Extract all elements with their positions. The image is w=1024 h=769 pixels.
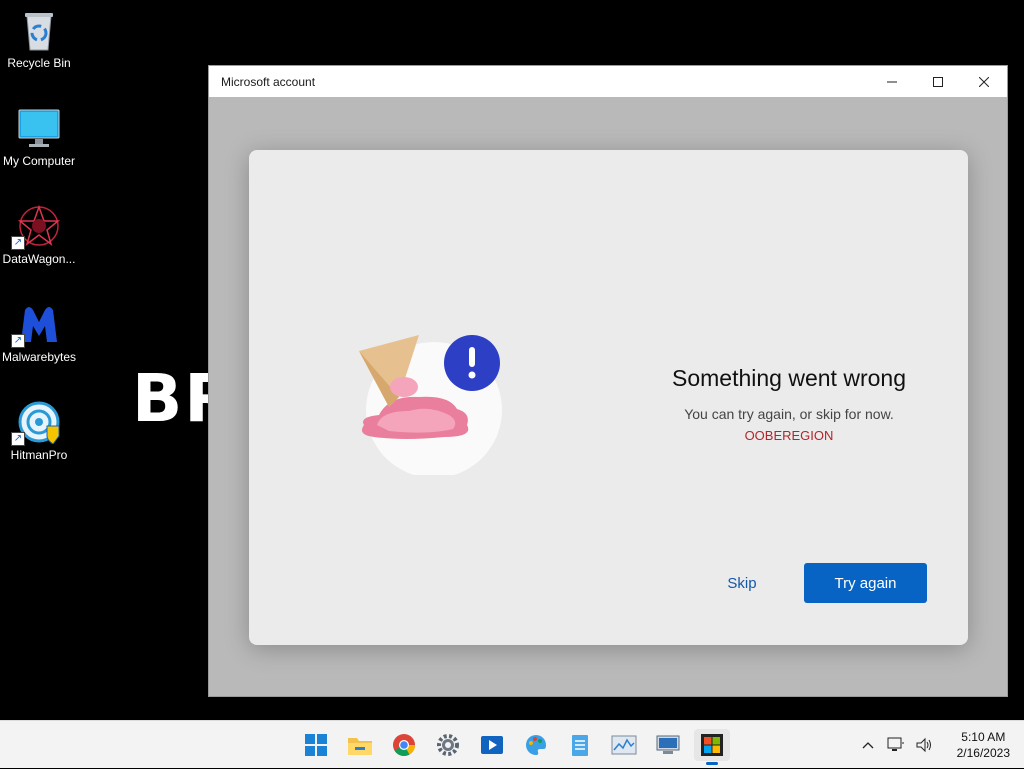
desktop-icon-my-computer[interactable]: My Computer [0, 106, 79, 168]
desktop-icon-recycle-bin[interactable]: Recycle Bin [0, 8, 79, 70]
window-titlebar[interactable]: Microsoft account [209, 66, 1007, 97]
datawagon-icon: ↗ [11, 204, 61, 250]
window-client-area: Something went wrong You can try again, … [209, 97, 1007, 696]
speaker-icon [916, 737, 931, 753]
clock-time: 5:10 AM [961, 730, 1006, 744]
folder-icon [348, 738, 372, 755]
show-hidden-icons-button[interactable] [859, 736, 877, 754]
shortcut-arrow-icon: ↗ [11, 432, 25, 446]
error-dialog: Something went wrong You can try again, … [249, 150, 968, 645]
desktop-icon-malwarebytes[interactable]: ↗ Malwarebytes [0, 302, 79, 364]
melted-ice-cream-illustration [349, 325, 509, 478]
maximize-button[interactable] [915, 66, 961, 97]
desktop-icon-label: DataWagon... [2, 252, 76, 266]
taskbar-file-explorer[interactable] [342, 729, 378, 761]
desktop-icon-label: HitmanPro [10, 448, 68, 462]
desktop-icon-datawagon[interactable]: ↗ DataWagon... [0, 204, 79, 266]
close-icon [979, 76, 989, 87]
skip-button[interactable]: Skip [704, 563, 780, 603]
resource-monitor-icon [611, 735, 637, 755]
taskbar: 5:10 AM 2/16/2023 [0, 720, 1024, 768]
hitmanpro-icon: ↗ [11, 400, 61, 446]
network-button[interactable] [887, 736, 905, 754]
clock[interactable]: 5:10 AM 2/16/2023 [957, 729, 1010, 761]
monitor-icon [17, 106, 61, 150]
desktop-icon-hitmanpro[interactable]: ↗ HitmanPro [0, 400, 79, 462]
taskbar-remote-desktop[interactable] [650, 729, 686, 761]
volume-button[interactable] [915, 736, 933, 754]
gear-icon [437, 734, 459, 756]
taskbar-notepad[interactable] [562, 729, 598, 761]
chrome-icon [393, 734, 415, 756]
taskbar-paint[interactable] [518, 729, 554, 761]
clock-date: 2/16/2023 [956, 746, 1010, 760]
chevron-up-icon [862, 742, 874, 749]
desktop-icon-label: Malwarebytes [1, 350, 77, 364]
taskbar-chrome[interactable] [386, 729, 422, 761]
paint-palette-icon [526, 735, 546, 755]
notepad-icon [572, 735, 588, 756]
malwarebytes-icon: ↗ [11, 302, 61, 348]
error-heading: Something went wrong [672, 365, 906, 391]
network-icon [887, 737, 904, 751]
desktop-icon-label: My Computer [2, 154, 76, 168]
error-subtext: You can try again, or skip for now. [684, 406, 894, 422]
window-title: Microsoft account [221, 74, 316, 89]
maximize-icon [933, 76, 943, 87]
desktop-icon-label: Recycle Bin [7, 56, 71, 70]
shortcut-arrow-icon: ↗ [11, 236, 25, 250]
try-again-button[interactable]: Try again [804, 563, 927, 603]
start-button[interactable] [298, 729, 334, 761]
remote-desktop-icon [656, 735, 680, 754]
microsoft-store-icon [701, 734, 723, 756]
media-player-icon [481, 736, 503, 754]
taskbar-media-player[interactable] [474, 729, 510, 761]
taskbar-microsoft-store[interactable] [694, 729, 730, 765]
close-button[interactable] [961, 66, 1007, 97]
error-message: Something went wrong You can try again, … [629, 365, 949, 443]
windows-logo-icon [305, 734, 327, 756]
microsoft-account-window: Microsoft account Something went wrong Y… [208, 65, 1008, 697]
recycle-bin-icon [17, 8, 61, 52]
taskbar-settings[interactable] [430, 729, 466, 761]
shortcut-arrow-icon: ↗ [11, 334, 25, 348]
error-code: OOBEREGION [744, 428, 834, 443]
minimize-icon [887, 81, 897, 82]
taskbar-resource-monitor[interactable] [606, 729, 642, 761]
minimize-button[interactable] [869, 66, 915, 97]
system-tray: 5:10 AM 2/16/2023 [859, 721, 1010, 769]
